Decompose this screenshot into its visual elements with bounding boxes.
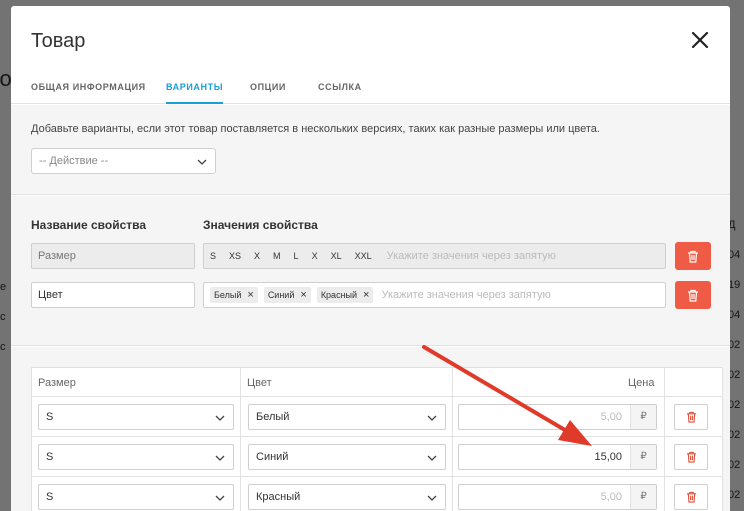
delete-property-button[interactable] [675, 242, 711, 270]
tab-bar: ОБЩАЯ ИНФОРМАЦИЯ ВАРИАНТЫ ОПЦИИ ССЫЛКА [11, 72, 730, 104]
delete-property-button[interactable] [675, 281, 711, 309]
delete-variant-button[interactable] [674, 404, 708, 430]
property-name-field: Размер [31, 243, 195, 269]
variants-hint: Добавьте варианты, если этот товар поста… [31, 123, 600, 135]
chevron-down-icon [197, 159, 207, 165]
close-button[interactable] [688, 28, 712, 52]
trash-icon [688, 250, 698, 263]
chevron-down-icon [427, 455, 437, 461]
action-select-value: -- Действие -- [39, 155, 109, 167]
ruble-icon: ₽ [630, 445, 656, 469]
color-select[interactable]: Белый [248, 404, 446, 430]
chevron-down-icon [215, 415, 225, 421]
price-input[interactable]: 15,00 ₽ [458, 444, 657, 470]
trash-icon [686, 491, 696, 503]
remove-tag-icon[interactable]: × [363, 289, 369, 301]
property-name-input[interactable]: Цвет [31, 282, 195, 308]
delete-variant-button[interactable] [674, 444, 708, 470]
value-tag-label: Синий [267, 290, 295, 300]
variants-section: Размер Цвет Цена S Белый 5,00 ₽ S Синий … [11, 347, 730, 511]
value-tag-label: Красный [320, 290, 358, 300]
variants-table-header: Размер Цвет Цена [32, 368, 722, 397]
price-placeholder: 5,00 [600, 491, 622, 503]
value-tag-label: Белый [214, 290, 242, 300]
color-select[interactable]: Синий [248, 444, 446, 470]
value-tag: X [311, 251, 318, 261]
action-select[interactable]: -- Действие -- [31, 148, 216, 174]
price-placeholder: 5,00 [600, 411, 622, 423]
property-values-field: S XS X M L X XL XXL Укажите значения чер… [203, 243, 666, 269]
table-row: S Синий 15,00 ₽ [32, 437, 722, 477]
size-select[interactable]: S [38, 444, 234, 470]
size-select[interactable]: S [38, 484, 234, 510]
trash-icon [686, 451, 696, 463]
modal-title: Товар [31, 30, 86, 52]
price-input[interactable]: 5,00 ₽ [458, 484, 657, 510]
trash-icon [686, 411, 696, 423]
size-select-value: S [46, 411, 54, 423]
value-tag: X [254, 251, 261, 261]
value-tag: S [210, 251, 217, 261]
color-select-value: Синий [256, 451, 289, 463]
values-placeholder: Укажите значения через запятую [386, 250, 556, 262]
value-tag: Красный × [316, 287, 374, 303]
product-modal: Товар ОБЩАЯ ИНФОРМАЦИЯ ВАРИАНТЫ ОПЦИИ СС… [11, 6, 730, 511]
chevron-down-icon [215, 495, 225, 501]
property-name-header: Название свойства [31, 218, 147, 232]
value-tag: M [273, 251, 281, 261]
table-row: S Красный 5,00 ₽ [32, 477, 722, 511]
color-select[interactable]: Красный [248, 484, 446, 510]
color-select-value: Красный [256, 491, 301, 503]
tab-general-info[interactable]: ОБЩАЯ ИНФОРМАЦИЯ [31, 82, 146, 104]
chevron-down-icon [427, 495, 437, 501]
value-tag: Синий × [263, 287, 311, 303]
size-select-value: S [46, 491, 54, 503]
tab-variants[interactable]: ВАРИАНТЫ [166, 82, 224, 104]
value-tag: XL [330, 251, 342, 261]
chevron-down-icon [427, 415, 437, 421]
value-tag: XS [229, 251, 242, 261]
property-values-header: Значения свойства [203, 218, 318, 232]
size-column-header: Размер [38, 377, 76, 389]
trash-icon [688, 289, 698, 302]
variants-table: Размер Цвет Цена S Белый 5,00 ₽ S Синий … [31, 367, 723, 511]
size-select-value: S [46, 451, 54, 463]
property-values-input[interactable]: Белый × Синий × Красный × Укажите значен… [203, 282, 666, 308]
ruble-icon: ₽ [630, 485, 656, 509]
table-row: S Белый 5,00 ₽ [32, 397, 722, 437]
variants-intro-section: Добавьте варианты, если этот товар поста… [11, 105, 730, 195]
ruble-icon: ₽ [630, 405, 656, 429]
value-tag: Белый × [210, 287, 258, 303]
price-input[interactable]: 5,00 ₽ [458, 404, 657, 430]
value-tag: XXL [354, 251, 372, 261]
tab-link[interactable]: ССЫЛКА [318, 82, 362, 104]
price-value: 15,00 [594, 451, 622, 463]
remove-tag-icon[interactable]: × [247, 289, 253, 301]
price-column-header: Цена [628, 377, 655, 389]
remove-tag-icon[interactable]: × [300, 289, 306, 301]
size-select[interactable]: S [38, 404, 234, 430]
color-column-header: Цвет [247, 377, 272, 389]
values-placeholder: Укажите значения через запятую [381, 289, 551, 301]
chevron-down-icon [215, 455, 225, 461]
tab-options[interactable]: ОПЦИИ [250, 82, 286, 104]
close-icon [691, 31, 709, 49]
properties-section: Название свойства Значения свойства Разм… [11, 196, 730, 346]
delete-variant-button[interactable] [674, 484, 708, 510]
color-select-value: Белый [256, 411, 290, 423]
value-tag: L [293, 251, 299, 261]
